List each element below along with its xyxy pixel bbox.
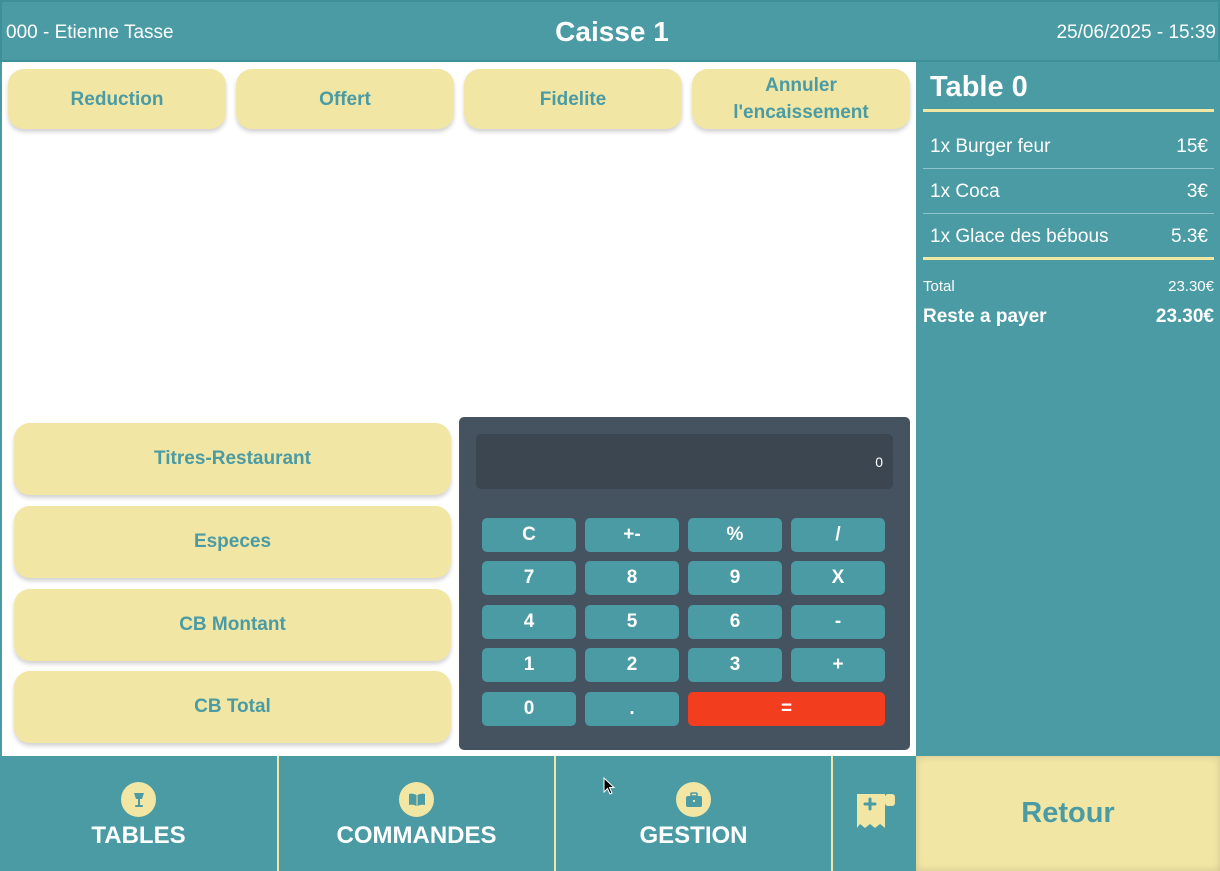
receipt-plus-icon: [857, 794, 895, 828]
order-item-name: 1x Coca: [930, 181, 1000, 202]
order-item: 1x Coca 3€: [923, 169, 1214, 214]
offert-button[interactable]: Offert: [236, 69, 454, 129]
key-6[interactable]: 6: [688, 605, 782, 639]
mouse-cursor-icon: [603, 777, 616, 795]
fidelite-button[interactable]: Fidelite: [464, 69, 682, 129]
tables-label: TABLES: [91, 822, 186, 849]
order-item-price: 3€: [1186, 181, 1208, 202]
key-0[interactable]: 0: [482, 692, 576, 726]
cancel-payment-button[interactable]: Annuler l'encaissement: [692, 69, 910, 129]
key-decimal[interactable]: .: [585, 692, 679, 726]
key-multiply[interactable]: X: [791, 561, 885, 595]
key-8[interactable]: 8: [585, 561, 679, 595]
order-item: 1x Glace des bébous 5.3€: [923, 214, 1214, 259]
reduction-button[interactable]: Reduction: [8, 69, 226, 129]
calculator-display: 0: [476, 434, 893, 489]
tables-nav-button[interactable]: TABLES: [0, 756, 277, 871]
titres-restaurant-button[interactable]: Titres-Restaurant: [14, 423, 451, 495]
total-label: Total: [923, 278, 955, 295]
order-summary: Table 0 1x Burger feur 15€ 1x Coca 3€ 1x…: [916, 62, 1220, 756]
key-1[interactable]: 1: [482, 648, 576, 682]
order-item-name: 1x Glace des bébous: [930, 226, 1109, 247]
key-divide[interactable]: /: [791, 518, 885, 552]
key-equals[interactable]: =: [688, 692, 885, 726]
briefcase-icon: [676, 782, 711, 817]
key-9[interactable]: 9: [688, 561, 782, 595]
cb-montant-button[interactable]: CB Montant: [14, 589, 451, 661]
register-title: Caisse 1: [555, 16, 669, 47]
key-plus[interactable]: +: [791, 648, 885, 682]
commandes-label: COMMANDES: [336, 822, 497, 849]
remaining-value: 23.30€: [1155, 306, 1214, 327]
gestion-label: GESTION: [639, 822, 748, 849]
order-item-name: 1x Burger feur: [930, 136, 1051, 157]
key-2[interactable]: 2: [585, 648, 679, 682]
cancel-payment-line1: Annuler: [765, 75, 837, 96]
bottom-nav: TABLES COMMANDES GESTION: [0, 756, 916, 871]
cancel-payment-line2: l'encaissement: [733, 102, 869, 123]
key-percent[interactable]: %: [688, 518, 782, 552]
commandes-nav-button[interactable]: COMMANDES: [279, 756, 554, 871]
book-icon: [399, 782, 434, 817]
key-3[interactable]: 3: [688, 648, 782, 682]
key-clear[interactable]: C: [482, 518, 576, 552]
key-plus-minus[interactable]: +-: [585, 518, 679, 552]
order-item: 1x Burger feur 15€: [923, 124, 1214, 169]
especes-button[interactable]: Especes: [14, 506, 451, 578]
new-receipt-button[interactable]: [833, 756, 916, 871]
main-area: Reduction Offert Fidelite Annuler l'enca…: [2, 62, 916, 756]
cb-total-button[interactable]: CB Total: [14, 671, 451, 743]
lamp-icon: [121, 782, 156, 817]
calculator: 0 C +- % / 7 8 9 X 4 5 6 - 1 2 3 + 0 . =: [459, 417, 910, 750]
total-value: 23.30€: [1168, 278, 1214, 295]
remaining-label: Reste a payer: [923, 306, 1047, 327]
gestion-nav-button[interactable]: GESTION: [556, 756, 831, 871]
divider: [923, 109, 1214, 112]
retour-button[interactable]: Retour: [916, 756, 1220, 871]
key-5[interactable]: 5: [585, 605, 679, 639]
table-name: Table 0: [930, 71, 1028, 103]
order-item-price: 5.3€: [1171, 226, 1208, 247]
datetime: 25/06/2025 - 15:39: [1056, 22, 1216, 43]
key-4[interactable]: 4: [482, 605, 576, 639]
key-7[interactable]: 7: [482, 561, 576, 595]
calculator-display-value: 0: [875, 453, 883, 470]
header-bar: 000 - Etienne Tasse Caisse 1 25/06/2025 …: [0, 0, 1220, 62]
divider: [923, 257, 1214, 260]
order-item-price: 15€: [1176, 136, 1208, 157]
key-minus[interactable]: -: [791, 605, 885, 639]
